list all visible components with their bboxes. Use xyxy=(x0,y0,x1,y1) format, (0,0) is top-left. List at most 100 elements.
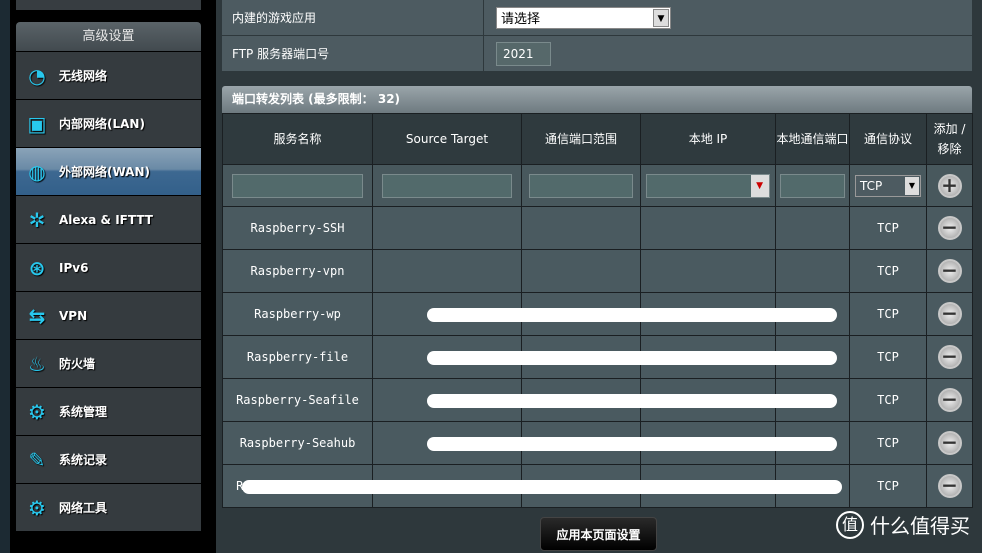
game-app-select[interactable]: 请选择 ▼ xyxy=(496,6,671,29)
sidebar-item-label: 防火墙 xyxy=(59,357,96,371)
source-target-input[interactable] xyxy=(381,173,513,198)
sidebar-item-6[interactable]: ♨ 防火墙 xyxy=(16,340,201,387)
protocol: TCP xyxy=(849,464,927,508)
redaction-mark xyxy=(427,308,837,322)
chevron-down-icon: ▼ xyxy=(653,8,669,27)
column-header: 本地通信端口 xyxy=(775,113,850,165)
redaction-mark xyxy=(427,394,837,408)
sidebar-item-9[interactable]: ⚙ 网络工具 xyxy=(16,484,201,531)
vpn-icon: ⇆ xyxy=(28,303,46,328)
protocol: TCP xyxy=(849,421,927,465)
sidebar-item-label: Alexa & IFTTT xyxy=(59,212,153,227)
port-range xyxy=(521,249,641,293)
local-port xyxy=(775,249,850,293)
remove-rule-button[interactable]: − xyxy=(937,345,962,369)
service-name: Raspberry-Seahub xyxy=(222,421,373,465)
sidebar-item-label: 系统记录 xyxy=(59,453,108,467)
sidebar-item-label: VPN xyxy=(59,308,88,323)
ipv6-icon: ⊛ xyxy=(28,255,46,280)
remove-rule-button[interactable]: − xyxy=(937,431,962,455)
column-header: 通信协议 xyxy=(849,113,927,165)
log-icon: ✎ xyxy=(28,447,46,472)
table-row: Raspberry-vpn TCP − xyxy=(222,249,973,293)
protocol: TCP xyxy=(849,206,927,250)
firewall-icon: ♨ xyxy=(28,351,46,376)
protocol-value: TCP xyxy=(860,178,883,193)
remove-rule-button[interactable]: − xyxy=(937,302,962,326)
game-app-value: 请选择 xyxy=(501,12,541,27)
ftp-port-label: FTP 服务器端口号 xyxy=(222,36,484,71)
sidebar-item-label: IPv6 xyxy=(59,260,89,275)
left-strip xyxy=(0,0,10,553)
sidebar-item-8[interactable]: ✎ 系统记录 xyxy=(16,436,201,483)
remove-rule-button[interactable]: − xyxy=(937,259,962,283)
sidebar-item-label: 系统管理 xyxy=(59,405,108,419)
service-name: Raspberry-file xyxy=(222,335,373,379)
column-header: 本地 IP xyxy=(640,113,776,165)
ftp-port-row: FTP 服务器端口号 2021 xyxy=(222,36,972,72)
column-header: 添加 / 移除 xyxy=(926,113,973,165)
add-rule-button[interactable]: + xyxy=(937,173,962,198)
protocol: TCP xyxy=(849,292,927,336)
table-title: 端口转发列表 (最多限制： 32) xyxy=(222,86,972,113)
local-ip xyxy=(640,206,776,250)
source-target xyxy=(372,249,522,293)
sidebar-item-label: 内部网络(LAN) xyxy=(59,117,145,131)
column-header: Source Target xyxy=(372,113,522,165)
redaction-mark xyxy=(427,437,837,451)
table-row: Raspberry-SSH TCP − xyxy=(222,206,973,250)
sidebar-item-3[interactable]: ✲ Alexa & IFTTT xyxy=(16,196,201,243)
main-panel: 内建的游戏应用 请选择 ▼ FTP 服务器端口号 2021 端口转发列表 (最多限… xyxy=(216,0,982,553)
port-range xyxy=(521,206,641,250)
local-ip-input[interactable]: ▼ xyxy=(646,173,770,198)
watermark-text: 什么值得买 xyxy=(870,514,970,538)
remove-rule-button[interactable]: − xyxy=(937,216,962,240)
watermark-logo: 值 xyxy=(836,510,864,539)
port-forward-table: 端口转发列表 (最多限制： 32) 服务名称 Source Target 通信端口范… xyxy=(222,86,973,508)
sidebar-item-label: 无线网络 xyxy=(59,69,108,83)
remove-rule-button[interactable]: − xyxy=(937,474,962,498)
wireless-icon: ◔ xyxy=(28,63,46,88)
alexa-icon: ✲ xyxy=(28,207,46,232)
new-rule-row: ▼ TCP ▼ + xyxy=(222,164,973,207)
service-name: Raspberry-wp xyxy=(222,292,373,336)
sidebar: 高级设置 ◔ 无线网络 ▣ 内部网络(LAN) ◍ 外部网络(WAN) ✲ Alexa & I… xyxy=(16,0,201,553)
column-header: 通信端口范围 xyxy=(521,113,641,165)
sidebar-item-2[interactable]: ◍ 外部网络(WAN) xyxy=(16,148,201,195)
local-port xyxy=(775,206,850,250)
service-name: Raspberry-vpn xyxy=(222,249,373,293)
gear-icon: ⚙ xyxy=(28,399,46,424)
protocol: TCP xyxy=(849,249,927,293)
sidebar-item-4[interactable]: ⊛ IPv6 xyxy=(16,244,201,291)
tools-icon: ⚙ xyxy=(28,495,46,520)
sidebar-top-block xyxy=(16,0,201,10)
redaction-mark xyxy=(242,480,842,494)
redaction-mark xyxy=(427,351,837,365)
apply-settings-button[interactable]: 应用本页面设置 xyxy=(540,517,657,551)
chevron-down-icon[interactable]: ▼ xyxy=(750,174,769,197)
local-port-input[interactable] xyxy=(780,173,845,198)
protocol-select[interactable]: TCP ▼ xyxy=(855,174,921,197)
globe-icon: ◍ xyxy=(28,159,46,184)
sidebar-item-0[interactable]: ◔ 无线网络 xyxy=(16,52,201,99)
sidebar-item-1[interactable]: ▣ 内部网络(LAN) xyxy=(16,100,201,147)
protocol: TCP xyxy=(849,378,927,422)
ftp-port-input[interactable]: 2021 xyxy=(496,41,551,66)
port-range-input[interactable] xyxy=(529,173,633,198)
protocol: TCP xyxy=(849,335,927,379)
sidebar-header: 高级设置 xyxy=(16,22,201,51)
sidebar-item-label: 网络工具 xyxy=(59,501,108,515)
sidebar-item-7[interactable]: ⚙ 系统管理 xyxy=(16,388,201,435)
sidebar-item-5[interactable]: ⇆ VPN xyxy=(16,292,201,339)
lan-icon: ▣ xyxy=(27,111,47,136)
service-name: Raspberry-Seafile xyxy=(222,378,373,422)
column-header: 服务名称 xyxy=(222,113,373,165)
watermark: 值什么值得买 xyxy=(836,510,970,539)
remove-rule-button[interactable]: − xyxy=(937,388,962,412)
local-ip xyxy=(640,249,776,293)
game-app-row: 内建的游戏应用 请选择 ▼ xyxy=(222,0,972,36)
sidebar-item-label: 外部网络(WAN) xyxy=(59,165,150,179)
chevron-down-icon: ▼ xyxy=(905,176,919,195)
service-name-input[interactable] xyxy=(231,173,364,198)
game-app-label: 内建的游戏应用 xyxy=(222,0,484,35)
